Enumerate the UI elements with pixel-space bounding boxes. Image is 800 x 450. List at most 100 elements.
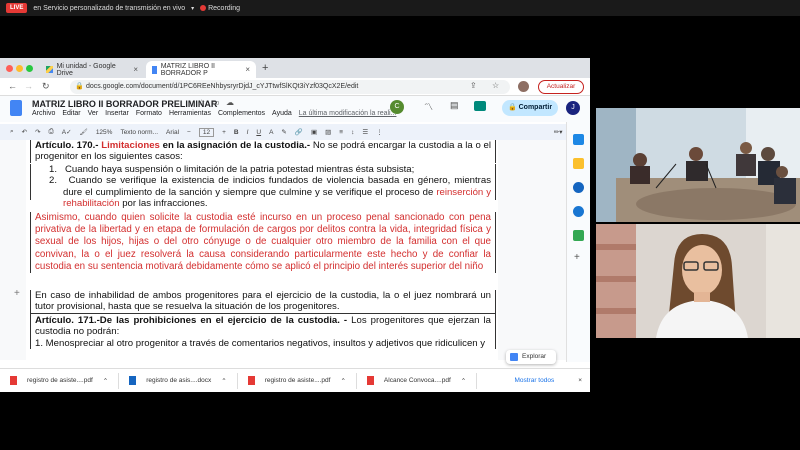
article-171-block: Artículo. 171.-De las prohibiciones en e… [30,313,496,350]
add-comment-plus-icon[interactable]: + [14,288,20,299]
chevron-up-icon[interactable]: ⌃ [340,377,345,385]
comments-icon[interactable]: ▤ [450,100,459,111]
font-size-increase-icon[interactable]: + [222,129,226,136]
meeting-room-video [596,108,800,222]
docs-logo-icon[interactable] [10,100,22,116]
share-button[interactable]: 🔒 Compartir [502,100,558,116]
url-input[interactable]: 🔒 docs.google.com/document/d/1PC6REeNhby… [70,80,510,94]
style-select[interactable]: Texto norm... [120,129,158,136]
stream-bar: LIVE en Servicio personalizado de transm… [0,0,800,16]
download-item[interactable]: registro de asis....docx ⌃ [119,372,238,389]
document-title[interactable]: MATRIZ LIBRO II BORRADOR PRELIMINAR [32,99,217,109]
list-item: 1. Cuando haya suspensión o limitación d… [49,164,415,175]
stream-title: en Servicio personalizado de transmisión… [33,4,186,12]
line-spacing-icon[interactable]: ↕ [351,129,354,136]
font-select[interactable]: Arial [166,129,179,136]
image-icon[interactable]: ▨ [325,128,331,136]
reload-icon[interactable]: ↻ [42,81,50,92]
explore-icon [510,353,518,361]
share-page-icon[interactable]: ⇪ [470,81,477,90]
document-area: + Artículo. 170.- Limitaciones en la asi… [0,140,566,360]
text-color-icon[interactable]: A [269,129,273,136]
link-icon[interactable]: 🔗 [295,128,303,136]
calendar-icon[interactable] [573,134,584,145]
collaborator-avatar[interactable]: C [390,100,404,114]
activity-icon[interactable]: 〽 [424,100,433,113]
new-tab-button[interactable]: + [262,62,268,74]
pdf-file-icon [10,376,17,385]
update-browser-button[interactable]: Actualizar [538,80,584,94]
paint-format-icon[interactable]: 🖌 [80,128,88,136]
search-menus-icon[interactable]: ⌕ [10,128,14,136]
profile-icon[interactable] [518,81,529,92]
bookmark-star-icon[interactable]: ☆ [492,81,499,90]
cloud-status-icon[interactable]: ☁ [226,98,234,107]
pdf-file-icon [247,376,255,385]
download-item[interactable]: Alcance Convoca....pdf ⌃ [357,372,478,389]
zoom-select[interactable]: 125% [96,129,113,136]
editing-mode-icon[interactable]: ✏▾ [554,128,563,136]
participant-video [596,224,800,338]
address-bar: ← → ↻ 🔒 docs.google.com/document/d/1PC6R… [0,78,590,96]
docx-file-icon [129,376,137,385]
keep-icon[interactable] [573,158,584,169]
menu-insertar[interactable]: Insertar [105,110,129,117]
list-icon[interactable]: ☰ [362,128,368,136]
download-item[interactable]: registro de asiste....pdf ⌃ [0,372,120,389]
show-all-downloads-link[interactable]: Mostrar todos [514,377,554,384]
maps-icon[interactable] [573,230,584,241]
print-icon[interactable]: ⎙ [49,128,54,136]
underline-icon[interactable]: U [256,129,261,136]
close-tab-icon[interactable]: × [133,65,138,74]
maximize-window-icon[interactable] [26,65,33,72]
redo-icon[interactable]: ↷ [35,128,40,136]
close-window-icon[interactable] [6,65,13,72]
user-avatar[interactable]: J [566,101,580,115]
menu-ayuda[interactable]: Ayuda [272,110,292,117]
back-icon[interactable]: ← [8,81,17,91]
comment-add-icon[interactable]: ▣ [311,128,317,136]
font-size-input[interactable]: 12 [198,127,215,137]
chevron-up-icon[interactable]: ⌃ [221,377,226,385]
forward-icon[interactable]: → [24,81,33,91]
minimize-window-icon[interactable] [16,65,23,72]
contacts-icon[interactable] [573,206,584,217]
document-page[interactable]: Artículo. 170.- Limitaciones en la asign… [26,140,498,360]
menu-complementos[interactable]: Complementos [218,110,265,117]
move-folder-icon[interactable]: ▭ [212,98,220,107]
menu-herramientas[interactable]: Herramientas [169,110,211,117]
drive-icon [46,66,53,73]
meet-icon[interactable] [474,101,486,111]
recording-indicator: Recording [200,5,240,12]
menu-ver[interactable]: Ver [88,110,99,117]
add-addon-icon[interactable]: + [574,252,580,263]
chevron-down-icon[interactable]: ▾ [191,5,194,12]
align-icon[interactable]: ≡ [339,129,343,136]
tab-docs[interactable]: MATRIZ LIBRO II BORRADOR P × [146,61,256,78]
chevron-up-icon[interactable]: ⌃ [103,377,108,385]
downloads-bar: registro de asiste....pdf ⌃ registro de … [0,368,590,392]
bold-icon[interactable]: B [234,129,239,136]
video-tile-meeting-room [596,108,800,222]
undo-icon[interactable]: ↶ [22,128,27,136]
explore-button[interactable]: Explorar [506,350,556,364]
more-icon[interactable]: ⋮ [376,128,383,136]
menu-archivo[interactable]: Archivo [32,110,55,117]
last-edit-link[interactable]: La última modificación la reali... [299,110,397,117]
chevron-up-icon[interactable]: ⌃ [461,377,466,385]
article-170-block: Artículo. 170.- Limitaciones en la asign… [30,140,496,163]
list-item: 2. Cuando se verifique la existencia de … [49,175,492,210]
docs-toolbar: ⌕ ↶ ↷ ⎙ A✓ 🖌 125% Texto norm... Arial − … [0,124,590,140]
tasks-icon[interactable] [573,182,584,193]
highlight-icon[interactable]: ✎ [281,128,286,136]
download-item[interactable]: registro de asiste....pdf ⌃ [238,372,357,389]
menu-formato[interactable]: Formato [136,110,162,117]
font-size-decrease-icon[interactable]: − [187,129,191,136]
menu-editar[interactable]: Editar [62,110,80,117]
italic-icon[interactable]: I [247,129,249,136]
close-icon[interactable]: × [578,377,582,384]
tab-google-drive[interactable]: Mi unidad - Google Drive × [40,61,144,78]
spellcheck-icon[interactable]: A✓ [62,128,72,136]
star-icon[interactable]: ☆ [198,98,205,107]
close-tab-icon[interactable]: × [245,65,250,74]
